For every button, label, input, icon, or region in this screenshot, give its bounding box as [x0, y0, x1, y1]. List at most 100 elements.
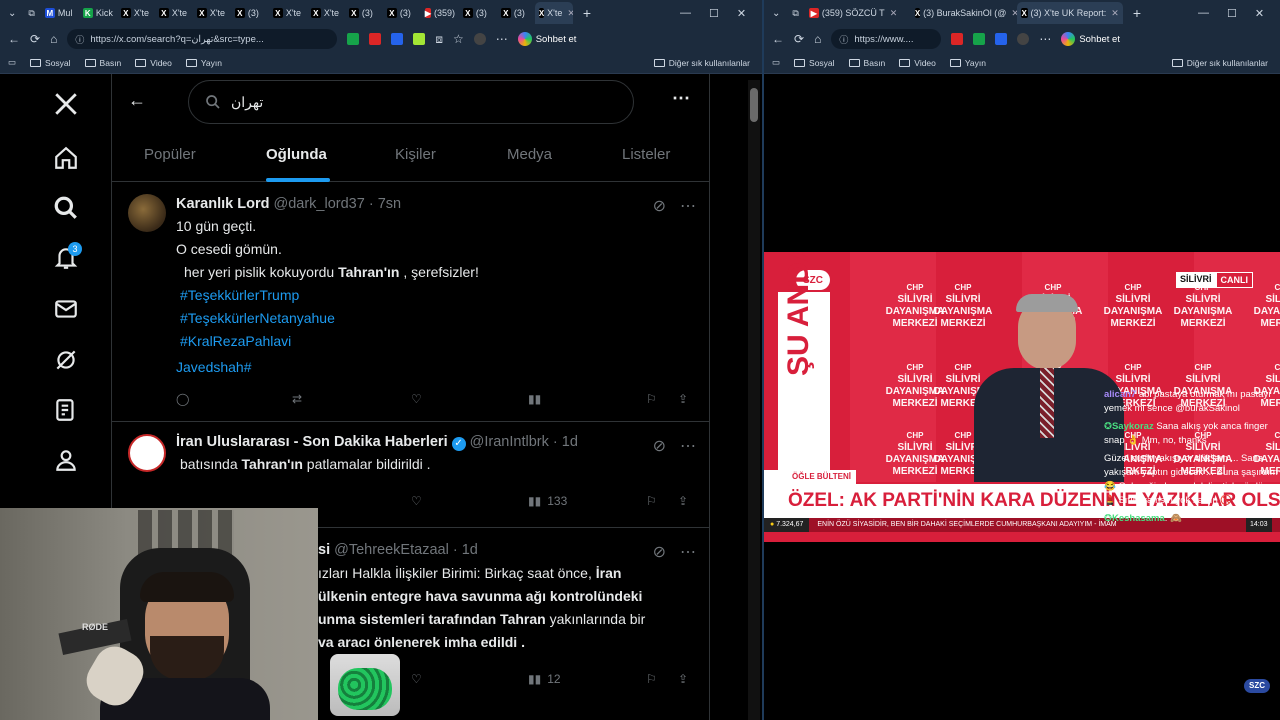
browser-tab[interactable]: ▶ (359) — [421, 2, 459, 24]
back-icon[interactable]: ← — [772, 32, 784, 46]
close-tab-icon[interactable]: ✕ — [1111, 8, 1119, 19]
browser-tab[interactable]: X (3) — [459, 2, 497, 24]
author-name[interactable]: si — [318, 542, 330, 558]
refresh-icon[interactable]: ⟳ — [794, 32, 804, 46]
bookmark-folder-video[interactable]: Video — [899, 58, 936, 68]
maximize-button[interactable]: ☐ — [1227, 7, 1237, 20]
tab-actions-icon[interactable]: ⌄ — [764, 8, 786, 19]
tweet-time[interactable]: 1d — [462, 542, 478, 558]
tab-latest[interactable]: Oğlunda — [266, 146, 327, 163]
minimize-button[interactable]: — — [680, 7, 691, 19]
retweet-icon[interactable]: ⇄ — [292, 392, 302, 406]
author-handle[interactable]: @IranIntlbrk — [470, 434, 549, 450]
page-scrollbar[interactable] — [748, 80, 760, 720]
browser-tab[interactable]: X X'te — [155, 2, 193, 24]
bookmark-folder-press[interactable]: Basın — [84, 58, 121, 68]
author-name[interactable]: İran Uluslararası - Son Dakika Haberleri — [176, 434, 448, 450]
tweet-more-icon[interactable]: ⋯ — [680, 542, 696, 562]
bookmark-icon[interactable]: ⚐ — [646, 392, 657, 406]
author-handle[interactable]: @dark_lord37 — [274, 196, 365, 212]
url-field[interactable]: ⓘ https://www.... — [831, 29, 942, 49]
more-menu-icon[interactable]: ⋯ — [496, 32, 508, 46]
extension-red-icon[interactable] — [369, 33, 382, 45]
tweet-more-icon[interactable]: ⋯ — [680, 196, 696, 216]
reading-list-icon[interactable]: ▭ — [772, 57, 780, 68]
chat-button[interactable]: Sohbet et — [1061, 32, 1120, 46]
browser-tab[interactable]: X (3) — [231, 2, 269, 24]
chat-username[interactable]: Keshasama — [1112, 513, 1165, 524]
home-nav-icon[interactable] — [52, 144, 80, 172]
home-icon[interactable]: ⌂ — [50, 32, 57, 46]
more-menu-icon[interactable]: ⋯ — [1039, 32, 1051, 46]
grok-explain-icon[interactable]: ⊘ — [653, 436, 666, 456]
like-icon[interactable]: ♡ — [411, 494, 422, 508]
browser-tab[interactable]: X X'te — [269, 2, 307, 24]
profile-avatar[interactable] — [473, 33, 486, 45]
like-icon[interactable]: ♡ — [411, 392, 422, 406]
bookmark-folder-press[interactable]: Basın — [848, 58, 885, 68]
favorites-icon[interactable]: ☆ — [453, 32, 464, 46]
close-window-button[interactable]: ✕ — [1255, 7, 1264, 20]
more-options-icon[interactable]: ⋯ — [672, 88, 690, 109]
tab-media[interactable]: Medya — [507, 146, 552, 163]
new-tab-button[interactable]: + — [573, 5, 601, 21]
back-arrow-icon[interactable]: ← — [128, 90, 146, 111]
share-icon[interactable]: ⇪ — [678, 672, 688, 686]
browser-tab[interactable]: X (3) — [497, 2, 535, 24]
site-info-icon[interactable]: ⓘ — [839, 33, 848, 46]
hashtag-link[interactable]: #TeşekkürlerTrump — [180, 287, 299, 303]
close-window-button[interactable]: ✕ — [737, 7, 746, 20]
extension-blue-icon[interactable] — [995, 33, 1008, 45]
bookmark-folder-social[interactable]: Sosyal — [30, 58, 71, 68]
hashtag-link[interactable]: #KralRezaPahlavi — [180, 333, 291, 349]
author-name[interactable]: Karanlık Lord — [176, 196, 269, 212]
explore-search-icon[interactable] — [52, 194, 80, 222]
hashtag-link[interactable]: Javedshah# — [176, 359, 252, 375]
maximize-button[interactable]: ☐ — [709, 7, 719, 20]
profile-icon[interactable] — [52, 446, 80, 474]
extension-lime-icon[interactable] — [413, 33, 426, 45]
share-icon[interactable]: ⇪ — [678, 494, 688, 508]
extensions-puzzle-icon[interactable]: ⧈ — [435, 32, 443, 47]
new-tab-button[interactable]: + — [1123, 5, 1151, 21]
browser-tab[interactable]: X X'te — [117, 2, 155, 24]
scrollbar-thumb[interactable] — [750, 88, 758, 122]
bookmark-icon[interactable]: ⚐ — [646, 494, 657, 508]
search-input[interactable]: تهران — [188, 80, 634, 124]
home-icon[interactable]: ⌂ — [814, 32, 821, 46]
tab-lists[interactable]: Listeler — [622, 146, 670, 163]
share-icon[interactable]: ⇪ — [678, 392, 688, 406]
browser-tab[interactable]: X X'te — [193, 2, 231, 24]
browser-tab[interactable]: X (3) BurakSakinOl (@ ✕ — [911, 2, 1017, 24]
avatar[interactable] — [128, 194, 166, 232]
hashtag-link[interactable]: #TeşekkürlerNetanyahue — [180, 310, 335, 326]
site-info-icon[interactable]: ⓘ — [75, 33, 84, 46]
browser-tab[interactable]: X (3) — [383, 2, 421, 24]
views-button[interactable]: ▮▮ 12 — [528, 672, 561, 686]
tab-actions-icon[interactable]: ⌄ — [0, 8, 22, 19]
views-button[interactable]: ▮▮ 133 — [528, 494, 567, 508]
tweet-time[interactable]: 1d — [562, 434, 578, 450]
tab-people[interactable]: Kişiler — [395, 146, 436, 163]
reading-list-icon[interactable]: ▭ — [8, 57, 16, 68]
chat-button[interactable]: Sohbet et — [517, 32, 576, 46]
profile-avatar[interactable] — [1017, 33, 1030, 45]
chat-username[interactable]: Saykoraz — [1112, 421, 1154, 432]
browser-tab[interactable]: X X'te — [307, 2, 345, 24]
back-icon[interactable]: ← — [8, 32, 20, 46]
browser-tab[interactable]: X (3) — [345, 2, 383, 24]
tweet-time[interactable]: 7sn — [378, 196, 401, 212]
bookmark-icon[interactable]: ⚐ — [646, 672, 657, 686]
extension-green-icon[interactable] — [347, 33, 360, 45]
other-favorites[interactable]: Diğer sık kullanılanlar — [653, 52, 750, 74]
bookmark-folder-social[interactable]: Sosyal — [794, 58, 835, 68]
browser-tab[interactable]: K Kick — [79, 2, 117, 24]
browser-tab[interactable]: M Mul — [41, 2, 79, 24]
bookmark-folder-broadcast[interactable]: Yayın — [185, 58, 222, 68]
views-icon[interactable]: ▮▮ — [528, 392, 541, 406]
bookmark-folder-broadcast[interactable]: Yayın — [949, 58, 986, 68]
chat-username[interactable]: alican7 — [1104, 389, 1136, 400]
extension-blue-icon[interactable] — [391, 33, 404, 45]
minimize-button[interactable]: — — [1198, 7, 1209, 19]
workspaces-icon[interactable]: ⧉ — [22, 8, 40, 19]
